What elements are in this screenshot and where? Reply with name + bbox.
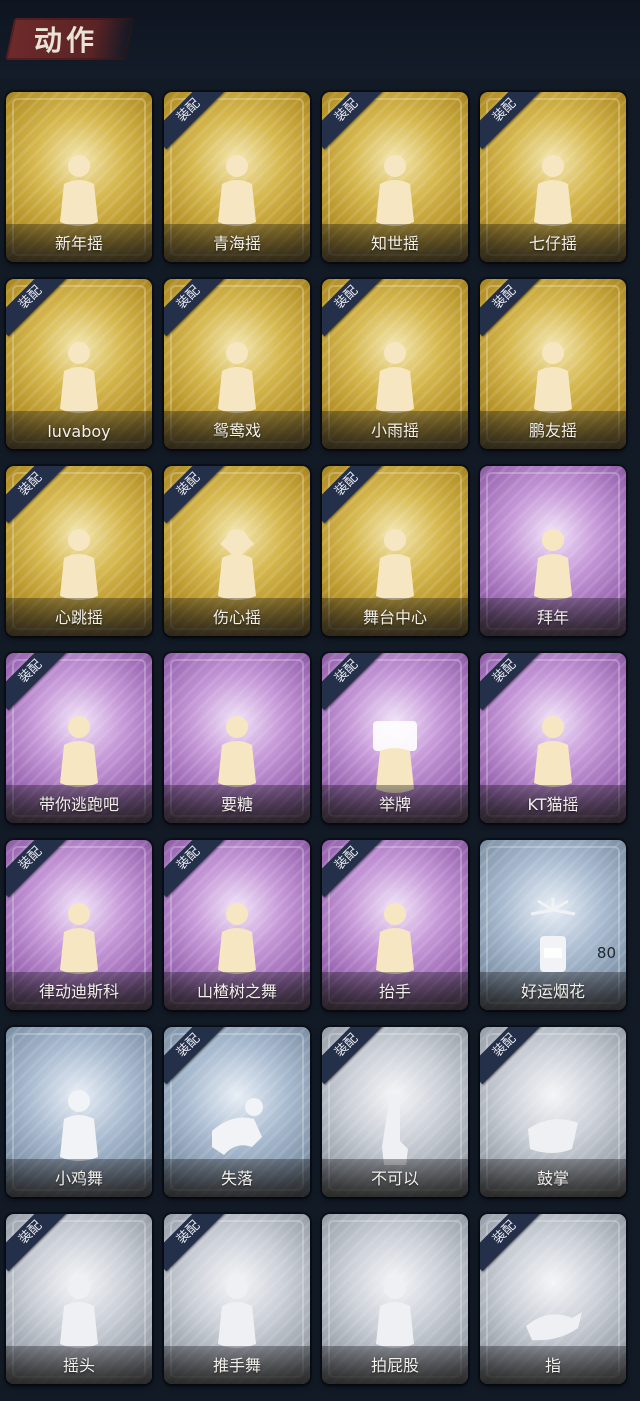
equipped-badge: 装配 xyxy=(6,840,70,898)
action-label: 新年摇 xyxy=(54,234,103,253)
action-label: 心跳摇 xyxy=(54,608,103,627)
action-card[interactable]: 80 好运烟花 xyxy=(480,840,626,1010)
equipped-badge: 装配 xyxy=(480,279,544,337)
action-label: 小雨摇 xyxy=(370,421,419,440)
action-label: 鸳鸯戏 xyxy=(212,421,261,440)
action-label: 好运烟花 xyxy=(520,982,585,1001)
action-grid: 新年摇 装配 青海摇 装配 知世摇 装配 七仔摇 装配 luvaboy 装配 鸳鸯戏 装配 … xyxy=(0,0,640,1401)
equipped-badge: 装配 xyxy=(480,653,544,711)
action-card[interactable]: 装配 luvaboy xyxy=(6,279,152,449)
action-card[interactable]: 拜年 xyxy=(480,466,626,636)
action-label: 摇头 xyxy=(62,1356,95,1375)
action-card[interactable]: 拍屁股 xyxy=(322,1214,468,1384)
action-label: 舞台中心 xyxy=(362,608,427,627)
action-label: 七仔摇 xyxy=(528,234,577,253)
action-card[interactable]: 小鸡舞 xyxy=(6,1027,152,1197)
action-card[interactable]: 装配 伤心摇 xyxy=(164,466,310,636)
action-card[interactable]: 装配 摇头 xyxy=(6,1214,152,1384)
action-card[interactable]: 装配指 xyxy=(480,1214,626,1384)
action-label: luvaboy xyxy=(47,422,111,441)
action-card[interactable]: 装配 小雨摇 xyxy=(322,279,468,449)
action-card[interactable]: 装配 鸳鸯戏 xyxy=(164,279,310,449)
action-label: 知世摇 xyxy=(370,234,419,253)
equipped-badge: 装配 xyxy=(164,279,228,337)
action-card[interactable]: 装配 律动迪斯科 xyxy=(6,840,152,1010)
action-label: 小鸡舞 xyxy=(54,1169,103,1188)
equipped-badge: 装配 xyxy=(164,466,228,524)
equipped-badge: 装配 xyxy=(6,466,70,524)
action-label: 青海摇 xyxy=(212,234,261,253)
action-label: 举牌 xyxy=(378,795,411,814)
action-card[interactable]: 装配 心跳摇 xyxy=(6,466,152,636)
equipped-badge: 装配 xyxy=(6,1214,70,1272)
equipped-badge: 装配 xyxy=(322,840,386,898)
action-card[interactable]: 新年摇 xyxy=(6,92,152,262)
action-label: 拜年 xyxy=(536,608,569,627)
action-card[interactable]: 装配 KT猫摇 xyxy=(480,653,626,823)
action-label: 伤心摇 xyxy=(212,608,261,627)
action-card[interactable]: 装配 山楂树之舞 xyxy=(164,840,310,1010)
action-card[interactable]: 要糖 xyxy=(164,653,310,823)
action-label: 鹏友摇 xyxy=(528,421,577,440)
action-card[interactable]: 装配 知世摇 xyxy=(322,92,468,262)
action-card[interactable]: 装配 鹏友摇 xyxy=(480,279,626,449)
action-card[interactable]: 装配 失落 xyxy=(164,1027,310,1197)
action-label: 抬手 xyxy=(378,982,411,1001)
action-card[interactable]: 装配 举牌 xyxy=(322,653,468,823)
action-label: 律动迪斯科 xyxy=(38,982,119,1001)
action-label: 鼓掌 xyxy=(536,1169,569,1188)
action-label: 不可以 xyxy=(370,1169,419,1188)
equipped-badge: 装配 xyxy=(480,1027,544,1085)
equipped-badge: 装配 xyxy=(164,92,228,150)
equipped-badge: 装配 xyxy=(6,653,70,711)
equipped-badge: 装配 xyxy=(164,1214,228,1272)
action-card[interactable]: 装配 推手舞 xyxy=(164,1214,310,1384)
equipped-badge: 装配 xyxy=(480,1214,544,1272)
action-label: KT猫摇 xyxy=(527,795,579,814)
equipped-badge: 装配 xyxy=(164,1027,228,1085)
action-card[interactable]: 装配 青海摇 xyxy=(164,92,310,262)
action-card[interactable]: 装配 抬手 xyxy=(322,840,468,1010)
equipped-badge: 装配 xyxy=(6,279,70,337)
action-label: 山楂树之舞 xyxy=(196,982,277,1001)
equipped-badge: 装配 xyxy=(322,1027,386,1085)
equipped-badge: 装配 xyxy=(322,279,386,337)
equipped-badge: 装配 xyxy=(322,653,386,711)
action-card[interactable]: 装配鼓掌 xyxy=(480,1027,626,1197)
action-label: 指 xyxy=(544,1356,561,1375)
action-label: 失落 xyxy=(220,1169,253,1188)
equipped-badge: 装配 xyxy=(480,92,544,150)
action-card[interactable]: 装配 带你逃跑吧 xyxy=(6,653,152,823)
equipped-badge: 装配 xyxy=(164,840,228,898)
action-card[interactable]: 装配不可以 xyxy=(322,1027,468,1197)
item-count: 80 xyxy=(596,944,616,962)
action-label: 要糖 xyxy=(220,795,253,814)
equipped-badge: 装配 xyxy=(322,92,386,150)
action-card[interactable]: 装配 舞台中心 xyxy=(322,466,468,636)
action-label: 推手舞 xyxy=(212,1356,261,1375)
action-card[interactable]: 装配 七仔摇 xyxy=(480,92,626,262)
action-label: 拍屁股 xyxy=(370,1356,419,1375)
equipped-badge: 装配 xyxy=(322,466,386,524)
action-label: 带你逃跑吧 xyxy=(38,795,119,814)
